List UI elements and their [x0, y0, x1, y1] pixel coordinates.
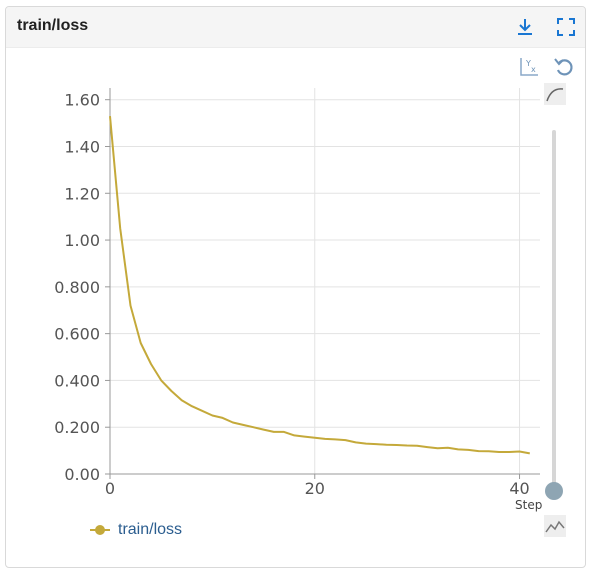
legend-item[interactable]: train/loss [90, 519, 182, 541]
x-tick-label: 0 [105, 479, 115, 498]
legend-label: train/loss [118, 521, 183, 538]
y-tick-label: 1.60 [64, 91, 100, 110]
y-axis-ticks: 0.00 0.200 0.400 0.600 0.800 1.00 1.20 1.40 1.60 [54, 91, 110, 484]
series-line-train-loss [109, 116, 530, 455]
y-tick-label: 0.400 [54, 371, 100, 390]
line-chart[interactable]: 0.00 0.200 0.400 0.600 0.800 1.00 1.20 1.40 1.60… [0, 0, 597, 581]
chart-grid [109, 88, 540, 475]
x-tick-label: 20 [305, 479, 325, 498]
sparkline-icon [544, 515, 566, 537]
chart-series [109, 116, 530, 455]
y-tick-label: 0.00 [64, 465, 100, 484]
y-tick-label: 1.20 [64, 184, 100, 203]
chart-axes [109, 88, 540, 475]
y-tick-label: 0.600 [54, 325, 100, 344]
sparkline-toggle[interactable] [543, 514, 567, 538]
y-tick-label: 0.200 [54, 418, 100, 437]
x-axis-title: Step [515, 498, 542, 512]
x-tick-label: 40 [509, 479, 529, 498]
step-slider-thumb[interactable] [545, 482, 563, 500]
y-tick-label: 1.00 [64, 231, 100, 250]
step-slider-track[interactable] [552, 130, 556, 490]
x-axis-ticks: 0 20 40 [105, 474, 530, 498]
y-tick-label: 0.800 [54, 278, 100, 297]
y-tick-label: 1.40 [64, 137, 100, 156]
legend-swatch [90, 524, 110, 536]
